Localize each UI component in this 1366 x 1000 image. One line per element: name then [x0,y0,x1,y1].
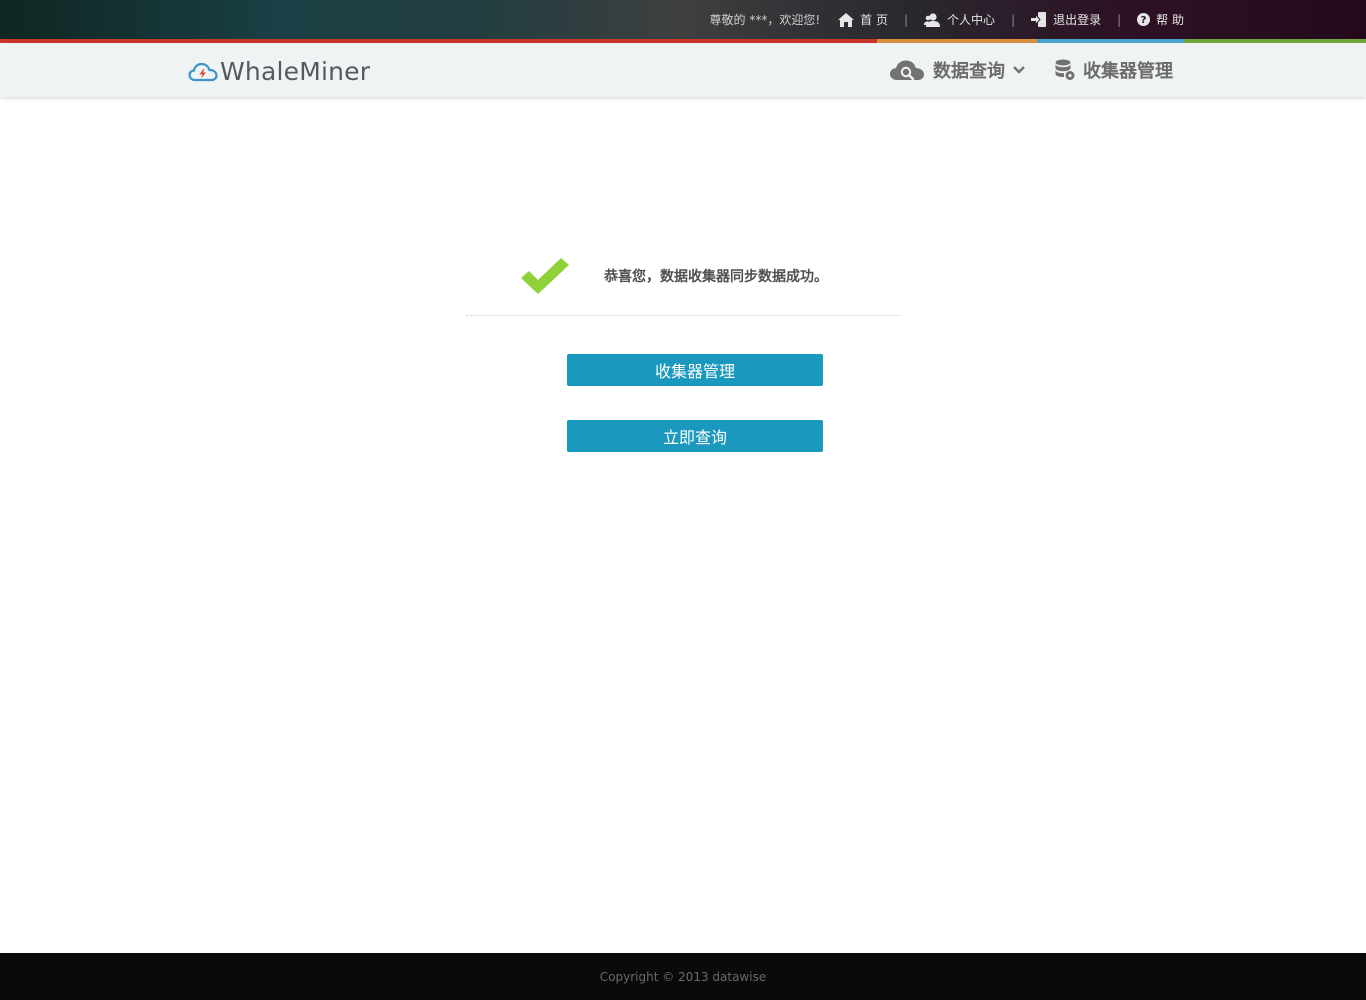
nav-data-query[interactable]: 数据查询 [889,57,1025,83]
logo[interactable]: WhaleMiner [188,57,370,86]
header: WhaleMiner 数据查询 收集器管理 [0,43,1366,97]
logout-link[interactable]: 退出登录 [1031,11,1101,28]
cloud-search-icon [890,60,924,81]
success-message: 恭喜您，数据收集器同步数据成功。 [604,269,828,285]
separator: | [1117,12,1122,27]
success-panel: 恭喜您，数据收集器同步数据成功。 [466,250,900,316]
logo-text: WhaleMiner [220,57,371,86]
top-links: 尊敬的 ***，欢迎您! 首 页 | 个人中心 | 退出登录 | ? 帮 助 [710,0,1184,39]
help-link-label: 帮 助 [1156,13,1184,27]
svg-text:?: ? [1141,15,1147,26]
query-now-button[interactable]: 立即查询 [567,420,823,452]
cloud-logo-icon [188,62,218,81]
home-link[interactable]: 首 页 [838,11,888,28]
profile-link-label: 个人中心 [947,13,996,27]
collector-manage-button[interactable]: 收集器管理 [567,354,823,386]
database-gear-icon [1055,59,1075,80]
nav-collector-manage-label: 收集器管理 [1083,61,1173,82]
separator: | [1011,12,1016,27]
home-link-label: 首 页 [860,13,888,27]
chevron-down-icon [1013,66,1025,74]
nav-data-query-label: 数据查询 [933,61,1005,82]
divider [466,315,900,316]
user-icon [924,12,941,27]
main-nav: 数据查询 收集器管理 [889,43,1173,97]
top-bar: 尊敬的 ***，欢迎您! 首 页 | 个人中心 | 退出登录 | ? 帮 助 [0,0,1366,39]
checkmark-icon [521,258,569,294]
copyright-text: Copyright © 2013 datawise [599,969,767,984]
logout-link-label: 退出登录 [1053,13,1102,27]
help-icon: ? [1137,13,1151,26]
profile-link[interactable]: 个人中心 [924,11,995,28]
welcome-text: 尊敬的 ***，欢迎您! [709,13,821,27]
success-row: 恭喜您，数据收集器同步数据成功。 [466,250,900,302]
footer: Copyright © 2013 datawise [0,953,1366,1000]
help-link[interactable]: ? 帮 助 [1137,11,1184,28]
nav-collector-manage[interactable]: 收集器管理 [1055,57,1173,83]
separator: | [904,12,909,27]
logout-icon [1031,12,1047,27]
home-icon [838,12,855,27]
